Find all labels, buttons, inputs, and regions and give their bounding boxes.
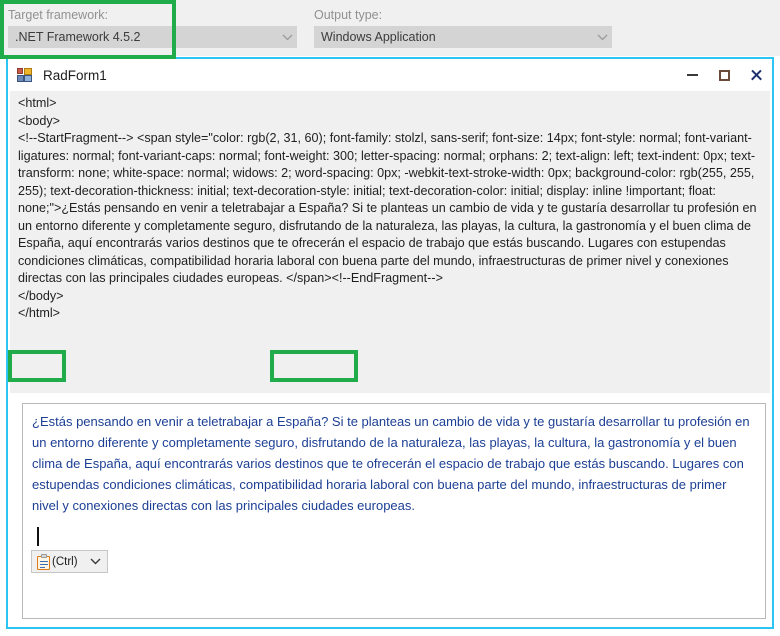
chevron-down-icon[interactable] <box>90 558 101 565</box>
clipboard-icon <box>37 553 50 570</box>
target-framework-value: .NET Framework 4.5.2 <box>15 30 141 44</box>
output-type-combobox[interactable]: Windows Application <box>314 26 612 48</box>
paste-options-button[interactable]: (Ctrl) <box>31 550 108 573</box>
rich-text-editor[interactable]: ¿Estás pensando en venir a teletrabajar … <box>22 403 766 619</box>
paste-options-label: (Ctrl) <box>52 555 78 568</box>
close-button[interactable] <box>740 60 772 90</box>
target-framework-combobox[interactable]: .NET Framework 4.5.2 <box>8 26 297 48</box>
project-properties-strip: Target framework: .NET Framework 4.5.2 O… <box>0 0 780 56</box>
window-controls <box>676 59 772 91</box>
close-icon <box>750 69 763 82</box>
html-source-output: <html> <body> <!--StartFragment--> <span… <box>10 91 770 393</box>
maximize-icon <box>718 69 730 81</box>
output-type-group: Output type: Windows Application <box>314 8 612 48</box>
target-framework-group: Target framework: .NET Framework 4.5.2 <box>8 8 297 48</box>
form-client-area <box>10 621 770 627</box>
output-type-value: Windows Application <box>321 30 436 44</box>
text-caret <box>37 527 39 546</box>
target-framework-label: Target framework: <box>8 8 109 22</box>
minimize-icon <box>686 74 698 76</box>
window-titlebar[interactable]: RadForm1 <box>8 59 772 91</box>
editor-pasted-content: ¿Estás pensando en venir a teletrabajar … <box>32 414 750 513</box>
window-title: RadForm1 <box>43 67 107 83</box>
chevron-down-icon[interactable] <box>277 34 297 41</box>
chevron-down-icon[interactable] <box>592 34 612 41</box>
output-type-label: Output type: <box>314 8 383 22</box>
maximize-button[interactable] <box>708 60 740 90</box>
form-designer-icon <box>17 68 33 82</box>
radform1-window: RadForm1 <html> <body> <!--StartFragment… <box>6 57 774 629</box>
minimize-button[interactable] <box>676 60 708 90</box>
